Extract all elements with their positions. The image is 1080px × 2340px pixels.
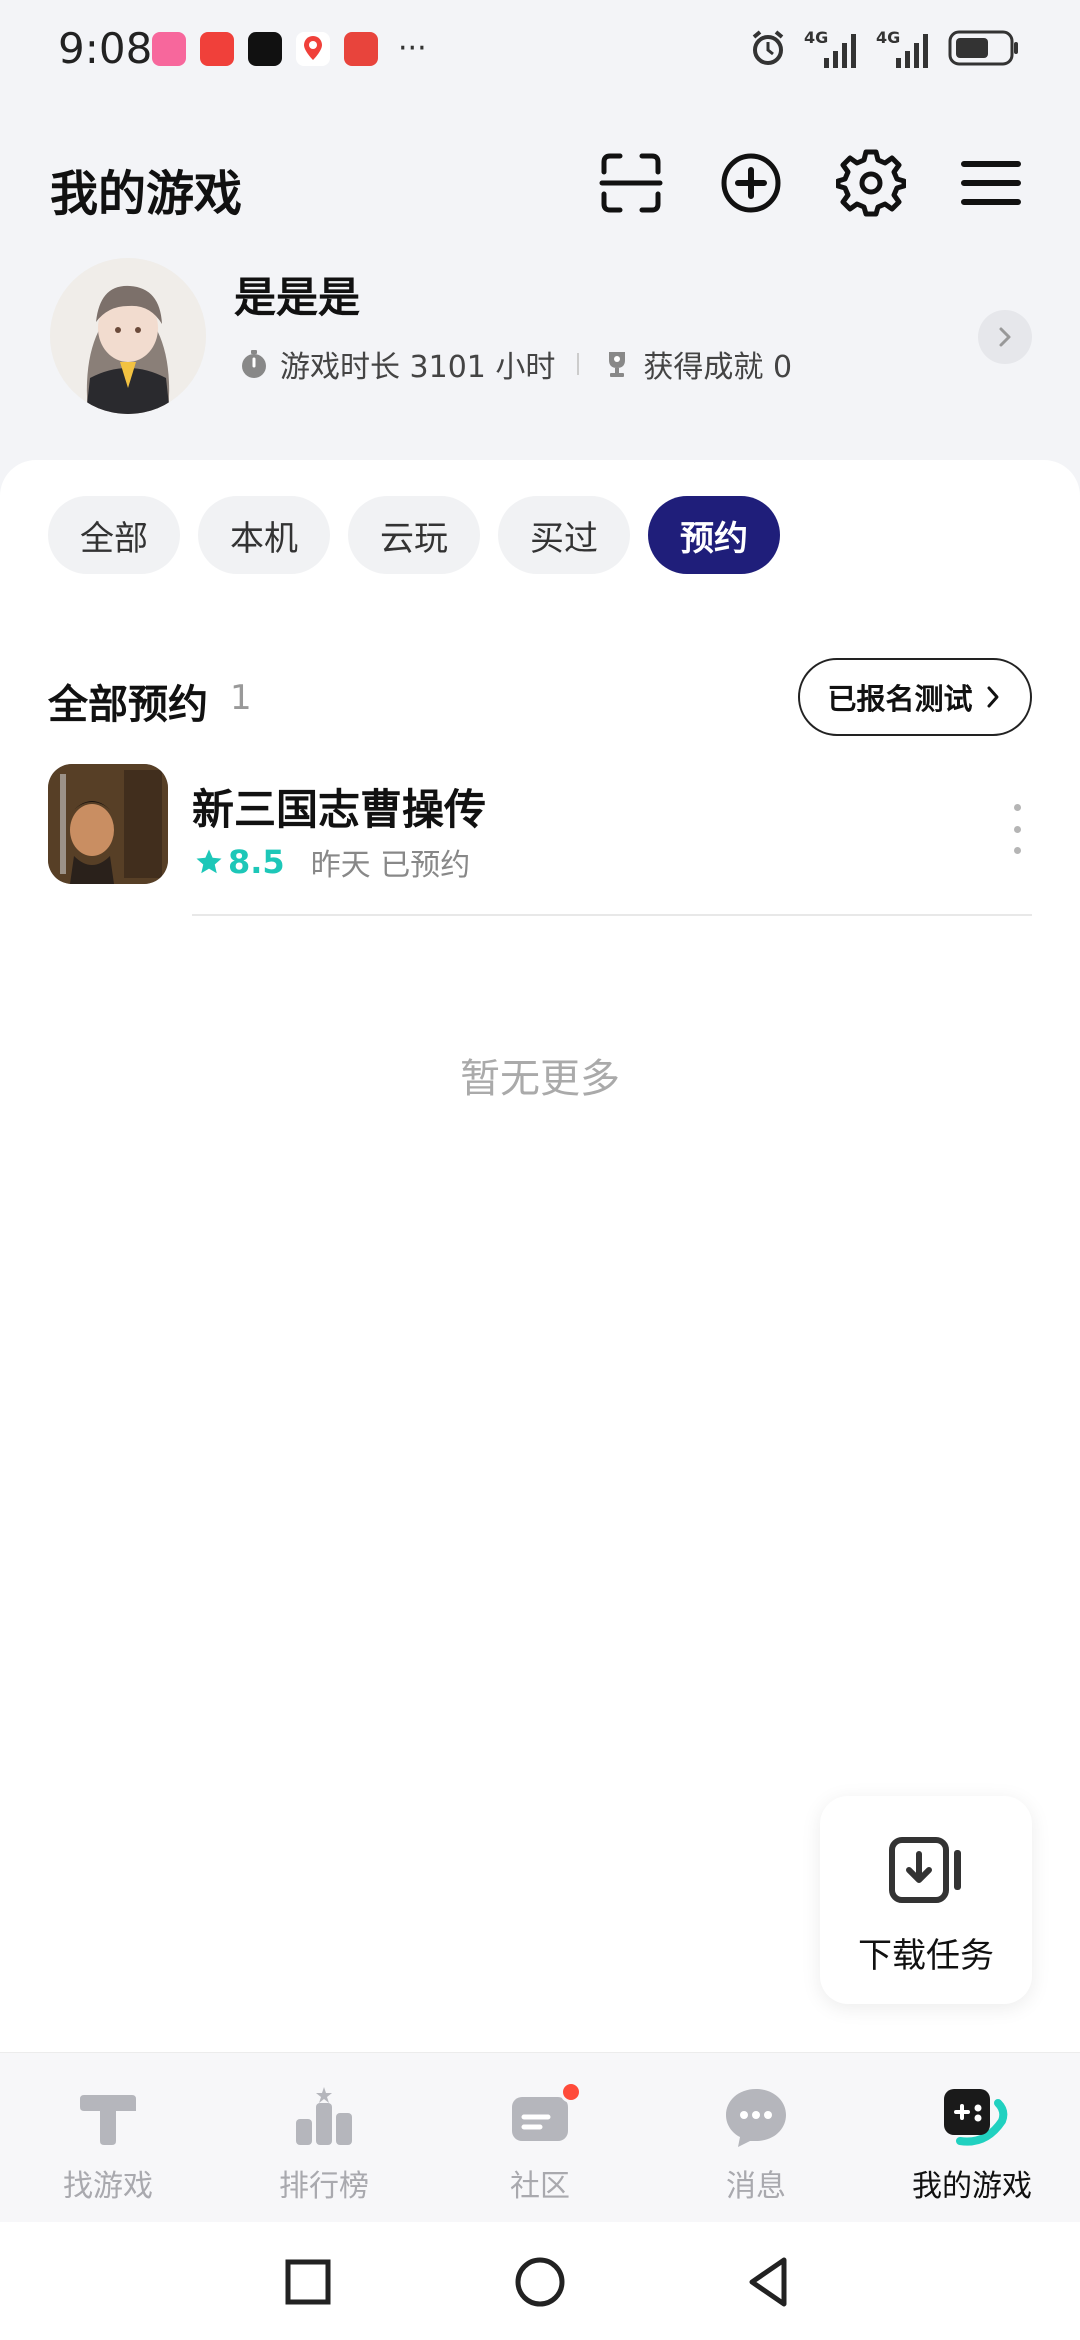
system-nav-bar: [0, 2222, 1080, 2340]
nav-item-ranking[interactable]: 排行榜: [216, 2081, 432, 2211]
star-icon: [196, 849, 222, 874]
find-game-icon: [80, 2095, 136, 2145]
notification-icons: ···: [152, 32, 427, 66]
game-name[interactable]: 新三国志曹操传: [192, 776, 486, 837]
signal-icon-1: 4G: [804, 28, 860, 68]
nav-item-my-games[interactable]: 我的游戏: [864, 2081, 1080, 2211]
chevron-right-icon: [987, 686, 998, 708]
tiktok-icon: [248, 32, 282, 66]
more-options-icon[interactable]: [1002, 804, 1032, 854]
game-meta: 8.5 昨天 已预约: [194, 840, 470, 884]
download-icon: [889, 1837, 961, 1903]
scan-icon[interactable]: [596, 148, 666, 218]
nav-item-find-game[interactable]: 找游戏: [0, 2081, 216, 2211]
nav-label-message: 消息: [726, 2169, 786, 2204]
huawei-icon: [344, 32, 378, 66]
ranking-icon: [296, 2087, 352, 2145]
filter-tab-purchased[interactable]: 买过: [498, 496, 630, 574]
game-list-item[interactable]: 新三国志曹操传 8.5 昨天 已预约: [48, 764, 1032, 916]
signed-test-button[interactable]: 已报名测试: [798, 658, 1032, 736]
stats-divider: [577, 353, 580, 375]
username[interactable]: 是是是: [234, 264, 360, 325]
back-icon[interactable]: [740, 2252, 800, 2312]
rating-value: 8.5: [228, 843, 285, 881]
bottom-nav: 找游戏 排行榜 社区 消息 我的游戏: [0, 2052, 1080, 2222]
add-icon[interactable]: [716, 148, 786, 218]
message-icon: [726, 2089, 786, 2147]
status-right: 4G 4G: [748, 28, 1020, 68]
nav-label-community: 社区: [510, 2169, 570, 2204]
filter-tab-all[interactable]: 全部: [48, 496, 180, 574]
settings-icon[interactable]: [835, 148, 907, 218]
profile-chevron-right-icon[interactable]: [978, 310, 1032, 364]
home-icon[interactable]: [510, 2252, 570, 2312]
download-tasks-label: 下载任务: [858, 1936, 994, 1976]
avatar[interactable]: [50, 258, 206, 414]
battery-icon: [948, 30, 1018, 66]
status-time: 9:08: [58, 24, 153, 73]
filter-tab-local[interactable]: 本机: [198, 496, 330, 574]
recent-apps-icon[interactable]: [278, 2252, 338, 2312]
more-notifications: ···: [398, 31, 427, 66]
filter-tabs: 全部 本机 云玩 买过 预约: [48, 496, 780, 574]
community-badge: [560, 2081, 582, 2103]
game-rating: 8.5: [194, 843, 285, 881]
download-tasks-button[interactable]: 下载任务: [820, 1796, 1032, 2004]
page-title: 我的游戏: [50, 166, 243, 222]
my-games-icon: [944, 2089, 1008, 2146]
play-time: 游戏时长 3101 小时: [280, 350, 556, 385]
menu-icon[interactable]: [956, 148, 1026, 218]
signed-test-label: 已报名测试: [827, 682, 973, 716]
red-app-icon: [200, 32, 234, 66]
game-icon[interactable]: [48, 764, 168, 884]
nav-item-message[interactable]: 消息: [648, 2081, 864, 2211]
game-status: 昨天 已预约: [310, 848, 471, 883]
section-count: 1: [230, 678, 252, 718]
profile-stats: 游戏时长 3101 小时 获得成就 0: [238, 342, 792, 386]
row-divider: [192, 914, 1032, 916]
filter-tab-cloud[interactable]: 云玩: [348, 496, 480, 574]
nav-label-find-game: 找游戏: [63, 2169, 153, 2204]
bilibili-icon: [152, 32, 186, 66]
nav-item-community[interactable]: 社区: [432, 2081, 648, 2211]
section-title: 全部预约: [48, 682, 208, 728]
nav-label-ranking: 排行榜: [279, 2169, 369, 2204]
empty-state-text: 暂无更多: [460, 1056, 620, 1102]
achievements: 获得成就 0: [643, 350, 793, 385]
stopwatch-icon: [242, 350, 266, 378]
status-bar: 9:08 ··· 4G 4G: [0, 0, 1080, 100]
signal-icon-2: 4G: [876, 28, 932, 68]
nav-label-my-games: 我的游戏: [912, 2169, 1032, 2204]
alarm-icon: [752, 30, 784, 65]
filter-tab-reserved[interactable]: 预约: [648, 496, 780, 574]
map-pin-icon: [296, 32, 330, 66]
trophy-icon: [609, 352, 626, 377]
